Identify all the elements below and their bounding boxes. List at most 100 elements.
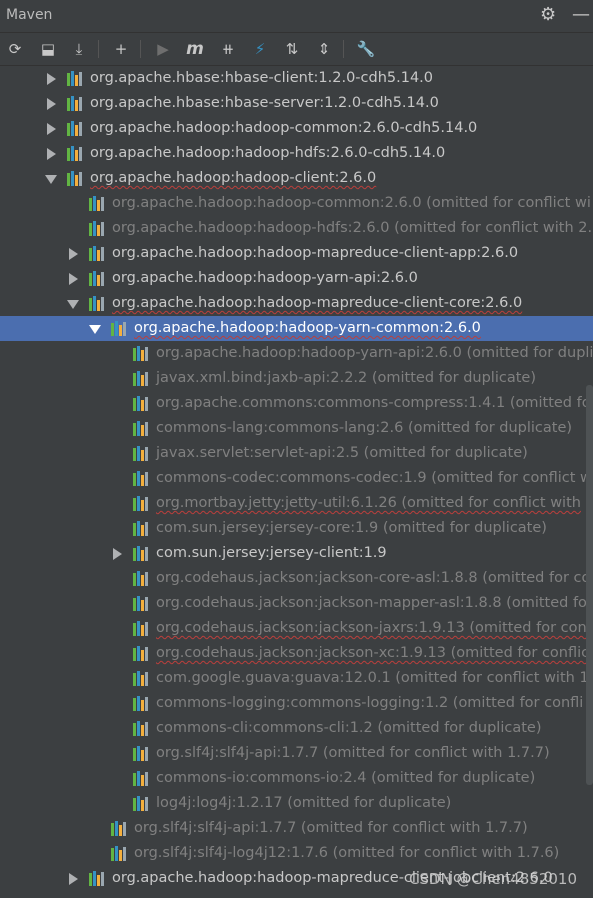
dependency-tree: org.apache.hbase:hbase-client:1.2.0-cdh5… [0,66,593,891]
library-icon [133,496,151,511]
tree-row[interactable]: org.apache.hadoop:hadoop-common:2.6.0 (o… [0,191,593,216]
tree-row[interactable]: org.slf4j:slf4j-api:1.7.7 (omitted for c… [0,741,593,766]
expand-arrow-icon[interactable] [47,123,56,135]
dependency-label: org.apache.hbase:hbase-client:1.2.0-cdh5… [90,70,434,86]
dependency-label: org.apache.commons:commons-compress:1.4.… [156,395,591,411]
dependency-label: org.slf4j:slf4j-api:1.7.7 (omitted for c… [134,820,528,836]
tree-row[interactable]: log4j:log4j:1.2.17 (omitted for duplicat… [0,791,593,816]
library-icon [67,71,85,86]
library-icon [133,646,151,661]
toggle-offline-icon[interactable]: ⧺ [217,38,239,60]
library-icon [111,321,129,336]
tree-row-selected[interactable]: org.apache.hadoop:hadoop-yarn-common:2.6… [0,316,593,341]
dependency-label: org.apache.hadoop:hadoop-yarn-api:2.6.0 [112,270,418,286]
generate-sources-icon[interactable]: ⬓ [37,38,59,60]
reload-icon[interactable]: ⟳ [4,38,26,60]
tree-row[interactable]: org.apache.hadoop:hadoop-yarn-api:2.6.0 … [0,341,593,366]
tree-row[interactable]: org.apache.hadoop:hadoop-yarn-api:2.6.0 [0,266,593,291]
settings-wrench-icon[interactable]: 🔧 [355,38,377,60]
library-icon [89,296,107,311]
library-icon [111,821,129,836]
expand-arrow-icon[interactable] [47,98,56,110]
tool-window-title: Maven [6,7,53,23]
gear-icon[interactable]: ⚙ [540,5,556,25]
library-icon [133,521,151,536]
skip-tests-icon[interactable]: ⚡ [249,38,271,60]
expand-arrow-icon[interactable] [47,148,56,160]
toolbar-separator [140,40,141,58]
dependency-label: javax.xml.bind:jaxb-api:2.2.2 (omitted f… [156,370,536,386]
tree-row[interactable]: org.slf4j:slf4j-api:1.7.7 (omitted for c… [0,816,593,841]
tree-row[interactable]: org.slf4j:slf4j-log4j12:1.7.6 (omitted f… [0,841,593,866]
library-icon [133,696,151,711]
library-icon [133,771,151,786]
expand-arrow-icon[interactable] [69,248,78,260]
library-icon [133,721,151,736]
dependency-label: com.google.guava:guava:12.0.1 (omitted f… [156,670,593,686]
dependency-label: org.apache.hadoop:hadoop-common:2.6.0-cd… [90,120,478,136]
tree-row[interactable]: com.sun.jersey:jersey-core:1.9 (omitted … [0,516,593,541]
tree-row[interactable]: org.apache.hadoop:hadoop-mapreduce-clien… [0,291,593,316]
tree-row[interactable]: org.codehaus.jackson:jackson-core-asl:1.… [0,566,593,591]
tree-row[interactable]: commons-io:commons-io:2.4 (omitted for d… [0,766,593,791]
tree-row[interactable]: commons-lang:commons-lang:2.6 (omitted f… [0,416,593,441]
expand-arrow-icon[interactable] [47,73,56,85]
dependency-label: org.apache.hadoop:hadoop-yarn-common:2.6… [134,320,481,336]
library-icon [67,171,85,186]
dependency-label: commons-logging:commons-logging:1.2 (omi… [156,695,584,711]
tree-row[interactable]: org.apache.hadoop:hadoop-hdfs:2.6.0-cdh5… [0,141,593,166]
execute-goal-icon[interactable]: m [184,38,206,60]
tree-row[interactable]: org.mortbay.jetty:jetty-util:6.1.26 (omi… [0,491,593,516]
dependency-label: org.slf4j:slf4j-log4j12:1.7.6 (omitted f… [134,845,560,861]
tree-row[interactable]: com.google.guava:guava:12.0.1 (omitted f… [0,666,593,691]
watermark: CSDN @Chen4852010 [408,870,577,888]
tree-row[interactable]: javax.xml.bind:jaxb-api:2.2.2 (omitted f… [0,366,593,391]
library-icon [133,746,151,761]
tree-row[interactable]: org.apache.commons:commons-compress:1.4.… [0,391,593,416]
tree-row[interactable]: commons-codec:commons-codec:1.9 (omitted… [0,466,593,491]
tree-row[interactable]: org.apache.hadoop:hadoop-common:2.6.0-cd… [0,116,593,141]
collapse-arrow-icon[interactable] [89,325,101,334]
add-icon[interactable]: + [110,38,132,60]
download-icon[interactable]: ⤓ [68,38,90,60]
tree-row[interactable]: org.codehaus.jackson:jackson-xc:1.9.13 (… [0,641,593,666]
library-icon [67,96,85,111]
tree-row[interactable]: org.apache.hadoop:hadoop-hdfs:2.6.0 (omi… [0,216,593,241]
dependency-label: commons-lang:commons-lang:2.6 (omitted f… [156,420,573,436]
library-icon [133,371,151,386]
tree-row[interactable]: org.apache.hadoop:hadoop-mapreduce-clien… [0,241,593,266]
expand-arrow-icon[interactable] [69,273,78,285]
tree-row[interactable]: javax.servlet:servlet-api:2.5 (omitted f… [0,441,593,466]
dependency-label: org.apache.hadoop:hadoop-hdfs:2.6.0-cdh5… [90,145,446,161]
dependency-label: org.codehaus.jackson:jackson-xc:1.9.13 (… [156,645,593,661]
vertical-scrollbar[interactable] [586,385,593,785]
library-icon [133,546,151,561]
dependency-label: org.apache.hadoop:hadoop-common:2.6.0 (o… [112,195,591,211]
library-icon [89,271,107,286]
run-icon[interactable]: ▶ [152,38,174,60]
tree-row[interactable]: org.apache.hbase:hbase-client:1.2.0-cdh5… [0,66,593,91]
tree-row[interactable]: commons-logging:commons-logging:1.2 (omi… [0,691,593,716]
minimize-icon[interactable]: — [572,5,590,25]
tree-row[interactable]: org.apache.hbase:hbase-server:1.2.0-cdh5… [0,91,593,116]
dependency-label: org.apache.hadoop:hadoop-mapreduce-clien… [112,295,523,311]
library-icon [133,471,151,486]
tree-row[interactable]: org.codehaus.jackson:jackson-jaxrs:1.9.1… [0,616,593,641]
expand-arrow-icon[interactable] [113,548,122,560]
tree-row[interactable]: commons-cli:commons-cli:1.2 (omitted for… [0,716,593,741]
dependency-label: org.apache.hbase:hbase-server:1.2.0-cdh5… [90,95,439,111]
dependency-label: org.apache.hadoop:hadoop-yarn-api:2.6.0 … [156,345,593,361]
tree-row[interactable]: org.codehaus.jackson:jackson-mapper-asl:… [0,591,593,616]
library-icon [89,221,107,236]
show-dependencies-icon[interactable]: ⇅ [281,38,303,60]
collapse-arrow-icon[interactable] [67,300,79,309]
dependency-label: org.codehaus.jackson:jackson-core-asl:1.… [156,570,591,586]
collapse-arrow-icon[interactable] [45,175,57,184]
maven-toolbar: ⟳ ⬓ ⤓ + ▶ m ⧺ ⚡ ⇅ ⇕ 🔧 [0,33,593,66]
library-icon [111,846,129,861]
dependency-label: com.sun.jersey:jersey-client:1.9 [156,545,387,561]
collapse-all-icon[interactable]: ⇕ [313,38,335,60]
expand-arrow-icon[interactable] [69,873,78,885]
tree-row[interactable]: com.sun.jersey:jersey-client:1.9 [0,541,593,566]
tree-row[interactable]: org.apache.hadoop:hadoop-client:2.6.0 [0,166,593,191]
